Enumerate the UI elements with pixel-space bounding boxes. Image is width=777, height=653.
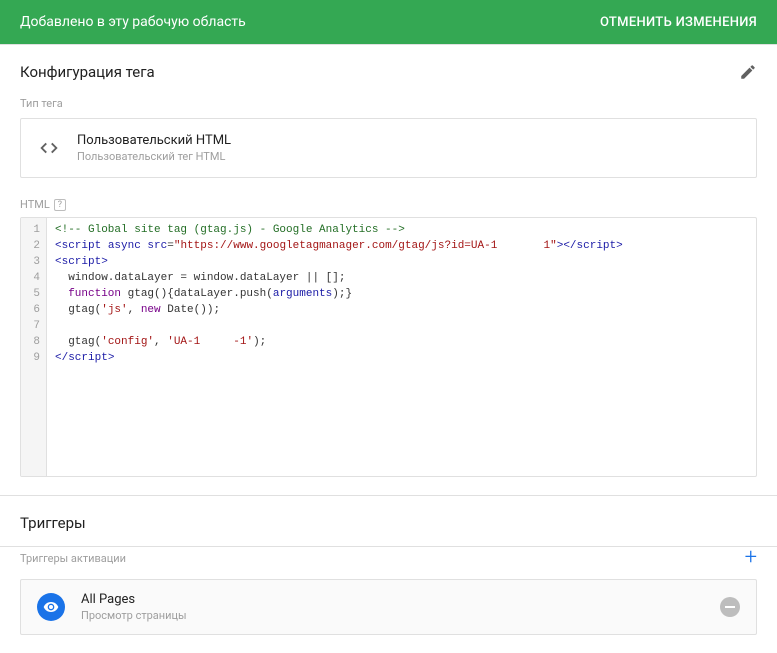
section-title: Конфигурация тега (20, 63, 155, 81)
html-label-text: HTML (20, 198, 50, 211)
triggers-title: Триггеры (0, 496, 777, 546)
trigger-text: All Pages Просмотр страницы (81, 592, 704, 622)
tag-type-title: Пользовательский HTML (77, 133, 231, 148)
tag-type-text: Пользовательский HTML Пользовательский т… (77, 133, 231, 163)
tag-type-subtitle: Пользовательский тег HTML (77, 150, 231, 163)
tag-config-section: Конфигурация тега Тип тега Пользовательс… (0, 44, 777, 477)
html-field-label: HTML ? (0, 194, 777, 217)
add-trigger-button[interactable]: + (745, 547, 757, 569)
header-title: Добавлено в эту рабочую область (20, 14, 246, 30)
html-code-editor[interactable]: 123456789 <!-- Global site tag (gtag.js)… (20, 217, 757, 477)
code-icon (37, 136, 61, 160)
triggers-section: Триггеры (0, 495, 777, 546)
tag-type-card[interactable]: Пользовательский HTML Пользовательский т… (20, 118, 757, 178)
trigger-name: All Pages (81, 592, 704, 607)
line-gutter: 123456789 (21, 218, 47, 476)
trigger-type: Просмотр страницы (81, 609, 704, 622)
edit-icon[interactable] (739, 63, 757, 81)
help-icon[interactable]: ? (54, 199, 66, 211)
triggers-activation-header: Триггеры активации + (0, 547, 777, 579)
section-header: Конфигурация тега (0, 45, 777, 91)
discard-changes-button[interactable]: ОТМЕНИТЬ ИЗМЕНЕНИЯ (600, 15, 757, 30)
triggers-activation: Триггеры активации + All Pages Просмотр … (0, 546, 777, 635)
code-content[interactable]: <!-- Global site tag (gtag.js) - Google … (47, 218, 631, 476)
triggers-activation-label: Триггеры активации (20, 552, 126, 565)
remove-trigger-button[interactable] (720, 597, 740, 617)
workspace-header: Добавлено в эту рабочую область ОТМЕНИТЬ… (0, 0, 777, 44)
pageview-icon (37, 593, 65, 621)
trigger-item[interactable]: All Pages Просмотр страницы (20, 579, 757, 635)
tag-type-label: Тип тега (0, 91, 777, 118)
